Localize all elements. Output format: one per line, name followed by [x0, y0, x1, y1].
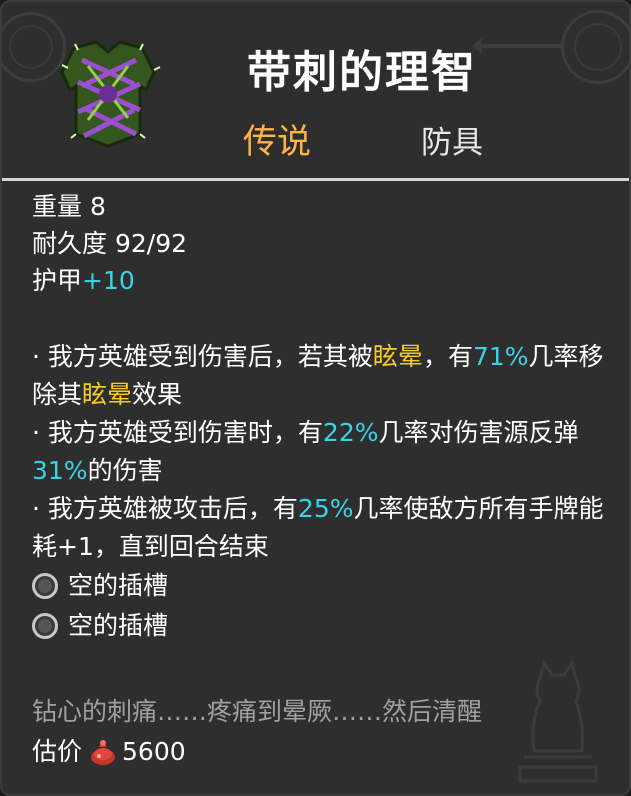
empty-socket-icon: [32, 573, 58, 599]
stat-weight-label: 重量: [32, 192, 83, 221]
effect-text: 我方英雄受到伤害后，若其被: [47, 342, 373, 371]
header-divider: [2, 178, 629, 181]
effect-number: 25%: [297, 494, 354, 523]
empty-socket[interactable]: 空的插槽: [32, 566, 619, 606]
red-coin-pouch-icon: [91, 740, 116, 765]
decorative-emblem-right: [561, 10, 629, 84]
socket-label: 空的插槽: [68, 611, 169, 640]
stat-armor-label: 护甲: [32, 266, 83, 295]
stat-durability-value: 92/92: [114, 229, 188, 258]
effect-text: ，有: [422, 342, 473, 371]
empty-socket-icon: [32, 613, 58, 639]
effect-text: 我方英雄被攻击后，有: [47, 494, 298, 523]
effect-keyword: 眩晕: [372, 342, 423, 371]
stat-weight: 重量 8: [32, 188, 619, 225]
price-label: 估价: [32, 737, 83, 766]
effect-bullet: ·: [32, 494, 40, 523]
item-category: 防具: [421, 125, 483, 161]
empty-socket[interactable]: 空的插槽: [32, 606, 619, 646]
decorative-cat-statue: [518, 659, 598, 783]
item-name: 带刺的理智: [247, 47, 477, 98]
socket-label: 空的插槽: [68, 571, 169, 600]
effect-text: 几率对伤害源反弹: [378, 418, 579, 447]
effect-text: 的伤害: [87, 456, 163, 485]
stat-weight-value: 8: [89, 192, 106, 221]
stat-armor: 护甲+10: [32, 262, 619, 299]
effect-number: 22%: [322, 418, 379, 447]
stat-durability: 耐久度 92/92: [32, 225, 619, 262]
thorny-vine-armor-icon: [60, 40, 161, 148]
effect-keyword: 眩晕: [82, 380, 133, 409]
effect-line: · 我方英雄受到伤害后，若其被眩晕，有71%几率移除其眩晕效果: [32, 338, 613, 414]
effect-number: 31%: [32, 456, 88, 485]
effect-text: 我方英雄受到伤害时，有: [47, 418, 323, 447]
effect-bullet: ·: [32, 418, 40, 447]
effect-bullet: ·: [32, 342, 40, 371]
effect-text: 效果: [132, 380, 183, 409]
effect-number: 71%: [472, 342, 529, 371]
item-tooltip-card: 带刺的理智 传说 防具 重量 8 耐久度 92/92 护甲+10 · 我方英雄受…: [0, 0, 631, 796]
price-value: 5600: [122, 737, 186, 766]
effect-line: · 我方英雄被攻击后，有25%几率使敌方所有手牌能耗+1，直到回合结束: [32, 490, 613, 566]
stat-armor-value: +10: [82, 266, 135, 295]
item-rarity: 传说: [243, 122, 311, 162]
stat-durability-label: 耐久度: [32, 229, 108, 258]
effect-line: · 我方英雄受到伤害时，有22%几率对伤害源反弹 31%的伤害: [32, 414, 613, 490]
